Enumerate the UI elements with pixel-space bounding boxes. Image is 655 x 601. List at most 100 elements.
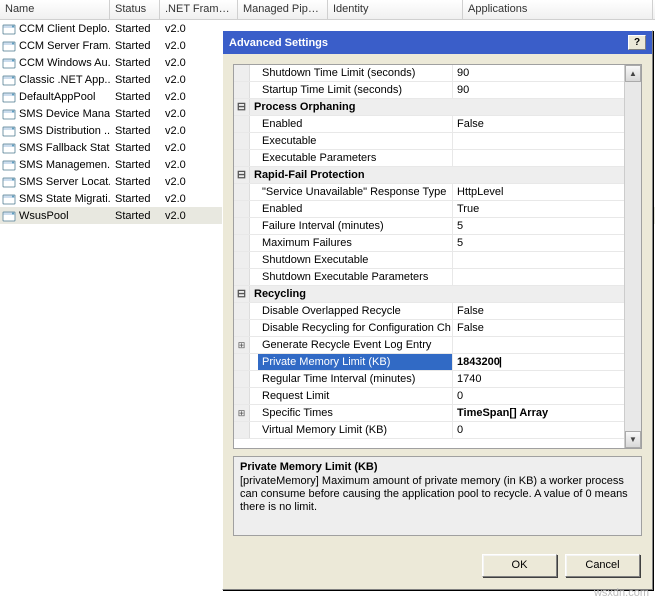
property-row[interactable]: ⊞Specific TimesTimeSpan[] Array (234, 405, 624, 422)
property-row[interactable]: Executable (234, 133, 624, 150)
property-value[interactable]: False (453, 116, 624, 132)
list-header: Name Status .NET Frame... Managed Pipeli… (0, 0, 655, 20)
property-group[interactable]: ⊟Process Orphaning (234, 99, 624, 116)
property-value[interactable]: 1843200 (453, 354, 624, 370)
expand-icon[interactable]: ⊞ (234, 405, 250, 421)
list-item-name: CCM Windows Au... (19, 57, 110, 69)
app-pool-icon (2, 158, 16, 172)
property-row[interactable]: Maximum Failures5 (234, 235, 624, 252)
property-name: Failure Interval (minutes) (258, 218, 453, 234)
property-value[interactable]: True (453, 201, 624, 217)
property-name: Request Limit (258, 388, 453, 404)
cancel-button[interactable]: Cancel (565, 554, 640, 577)
property-value[interactable] (453, 269, 624, 285)
list-item-status: Started (110, 176, 160, 188)
list-item-version: v2.0 (160, 57, 218, 69)
col-header-status[interactable]: Status (110, 0, 160, 19)
property-value[interactable] (453, 150, 624, 166)
property-row[interactable]: Shutdown Executable Parameters (234, 269, 624, 286)
advanced-settings-dialog: Advanced Settings ? Shutdown Time Limit … (222, 30, 653, 590)
gutter (234, 388, 250, 404)
app-pool-icon (2, 56, 16, 70)
list-item-status: Started (110, 91, 160, 103)
property-value[interactable]: 5 (453, 235, 624, 251)
gutter (234, 133, 250, 149)
list-item-version: v2.0 (160, 210, 218, 222)
property-row[interactable]: ⊞Generate Recycle Event Log Entry (234, 337, 624, 354)
property-row[interactable]: Disable Overlapped RecycleFalse (234, 303, 624, 320)
property-row[interactable]: Regular Time Interval (minutes)1740 (234, 371, 624, 388)
app-pool-icon (2, 124, 16, 138)
col-header-apps[interactable]: Applications (463, 0, 653, 19)
property-name: Enabled (258, 201, 453, 217)
property-value[interactable]: 90 (453, 65, 624, 81)
property-group[interactable]: ⊟Rapid-Fail Protection (234, 167, 624, 184)
property-value[interactable] (453, 252, 624, 268)
dialog-title-bar: Advanced Settings ? (223, 31, 652, 54)
property-row[interactable]: Startup Time Limit (seconds)90 (234, 82, 624, 99)
list-item-name: WsusPool (19, 210, 69, 222)
gutter (234, 184, 250, 200)
expand-icon[interactable]: ⊞ (234, 337, 250, 353)
gutter (234, 218, 250, 234)
list-item-status: Started (110, 108, 160, 120)
property-row[interactable]: Shutdown Time Limit (seconds)90 (234, 65, 624, 82)
property-value[interactable]: 1740 (453, 371, 624, 387)
property-value[interactable]: TimeSpan[] Array (453, 405, 624, 421)
list-item-name: SMS Fallback Stat... (19, 142, 110, 154)
col-header-managed[interactable]: Managed Pipeli... (238, 0, 328, 19)
collapse-icon[interactable]: ⊟ (234, 99, 250, 115)
property-row[interactable]: Private Memory Limit (KB)1843200 (234, 354, 624, 371)
property-value[interactable]: 0 (453, 388, 624, 404)
property-row[interactable]: Executable Parameters (234, 150, 624, 167)
ok-button[interactable]: OK (482, 554, 557, 577)
gutter (234, 320, 250, 336)
list-item-status: Started (110, 210, 160, 222)
list-item-version: v2.0 (160, 108, 218, 120)
property-name: Startup Time Limit (seconds) (258, 82, 453, 98)
list-item-version: v2.0 (160, 176, 218, 188)
list-item-version: v2.0 (160, 91, 218, 103)
property-value[interactable] (453, 133, 624, 149)
property-row[interactable]: Virtual Memory Limit (KB)0 (234, 422, 624, 439)
list-item-name: Classic .NET App... (19, 74, 110, 86)
property-group-name: Recycling (250, 286, 610, 302)
col-header-name[interactable]: Name (0, 0, 110, 19)
property-row[interactable]: Request Limit0 (234, 388, 624, 405)
property-row[interactable]: Failure Interval (minutes)5 (234, 218, 624, 235)
scrollbar[interactable]: ▲ ▼ (624, 65, 641, 448)
property-value[interactable] (453, 337, 624, 353)
list-item-status: Started (110, 125, 160, 137)
property-group[interactable]: ⊟Recycling (234, 286, 624, 303)
collapse-icon[interactable]: ⊟ (234, 167, 250, 183)
property-value[interactable]: HttpLevel (453, 184, 624, 200)
collapse-icon[interactable]: ⊟ (234, 286, 250, 302)
list-item-status: Started (110, 142, 160, 154)
scroll-up-icon[interactable]: ▲ (625, 65, 641, 82)
property-value[interactable]: 90 (453, 82, 624, 98)
property-value[interactable]: 0 (453, 422, 624, 438)
gutter (234, 150, 250, 166)
list-item-name: SMS Distribution ... (19, 125, 110, 137)
gutter (234, 303, 250, 319)
property-name: "Service Unavailable" Response Type (258, 184, 453, 200)
list-item-status: Started (110, 57, 160, 69)
app-pool-icon (2, 22, 16, 36)
watermark: wsxdn.com (594, 587, 649, 599)
property-row[interactable]: Shutdown Executable (234, 252, 624, 269)
property-value[interactable]: False (453, 303, 624, 319)
scroll-down-icon[interactable]: ▼ (625, 431, 641, 448)
help-button[interactable]: ? (628, 35, 646, 50)
property-row[interactable]: EnabledTrue (234, 201, 624, 218)
property-value[interactable]: False (453, 320, 624, 336)
property-name: Shutdown Executable Parameters (258, 269, 453, 285)
property-row[interactable]: EnabledFalse (234, 116, 624, 133)
app-pool-icon (2, 209, 16, 223)
col-header-identity[interactable]: Identity (328, 0, 463, 19)
list-item-name: SMS State Migrati... (19, 193, 110, 205)
col-header-net[interactable]: .NET Frame... (160, 0, 238, 19)
property-row[interactable]: Disable Recycling for Configuration ChFa… (234, 320, 624, 337)
property-value[interactable]: 5 (453, 218, 624, 234)
property-name: Shutdown Executable (258, 252, 453, 268)
property-row[interactable]: "Service Unavailable" Response TypeHttpL… (234, 184, 624, 201)
